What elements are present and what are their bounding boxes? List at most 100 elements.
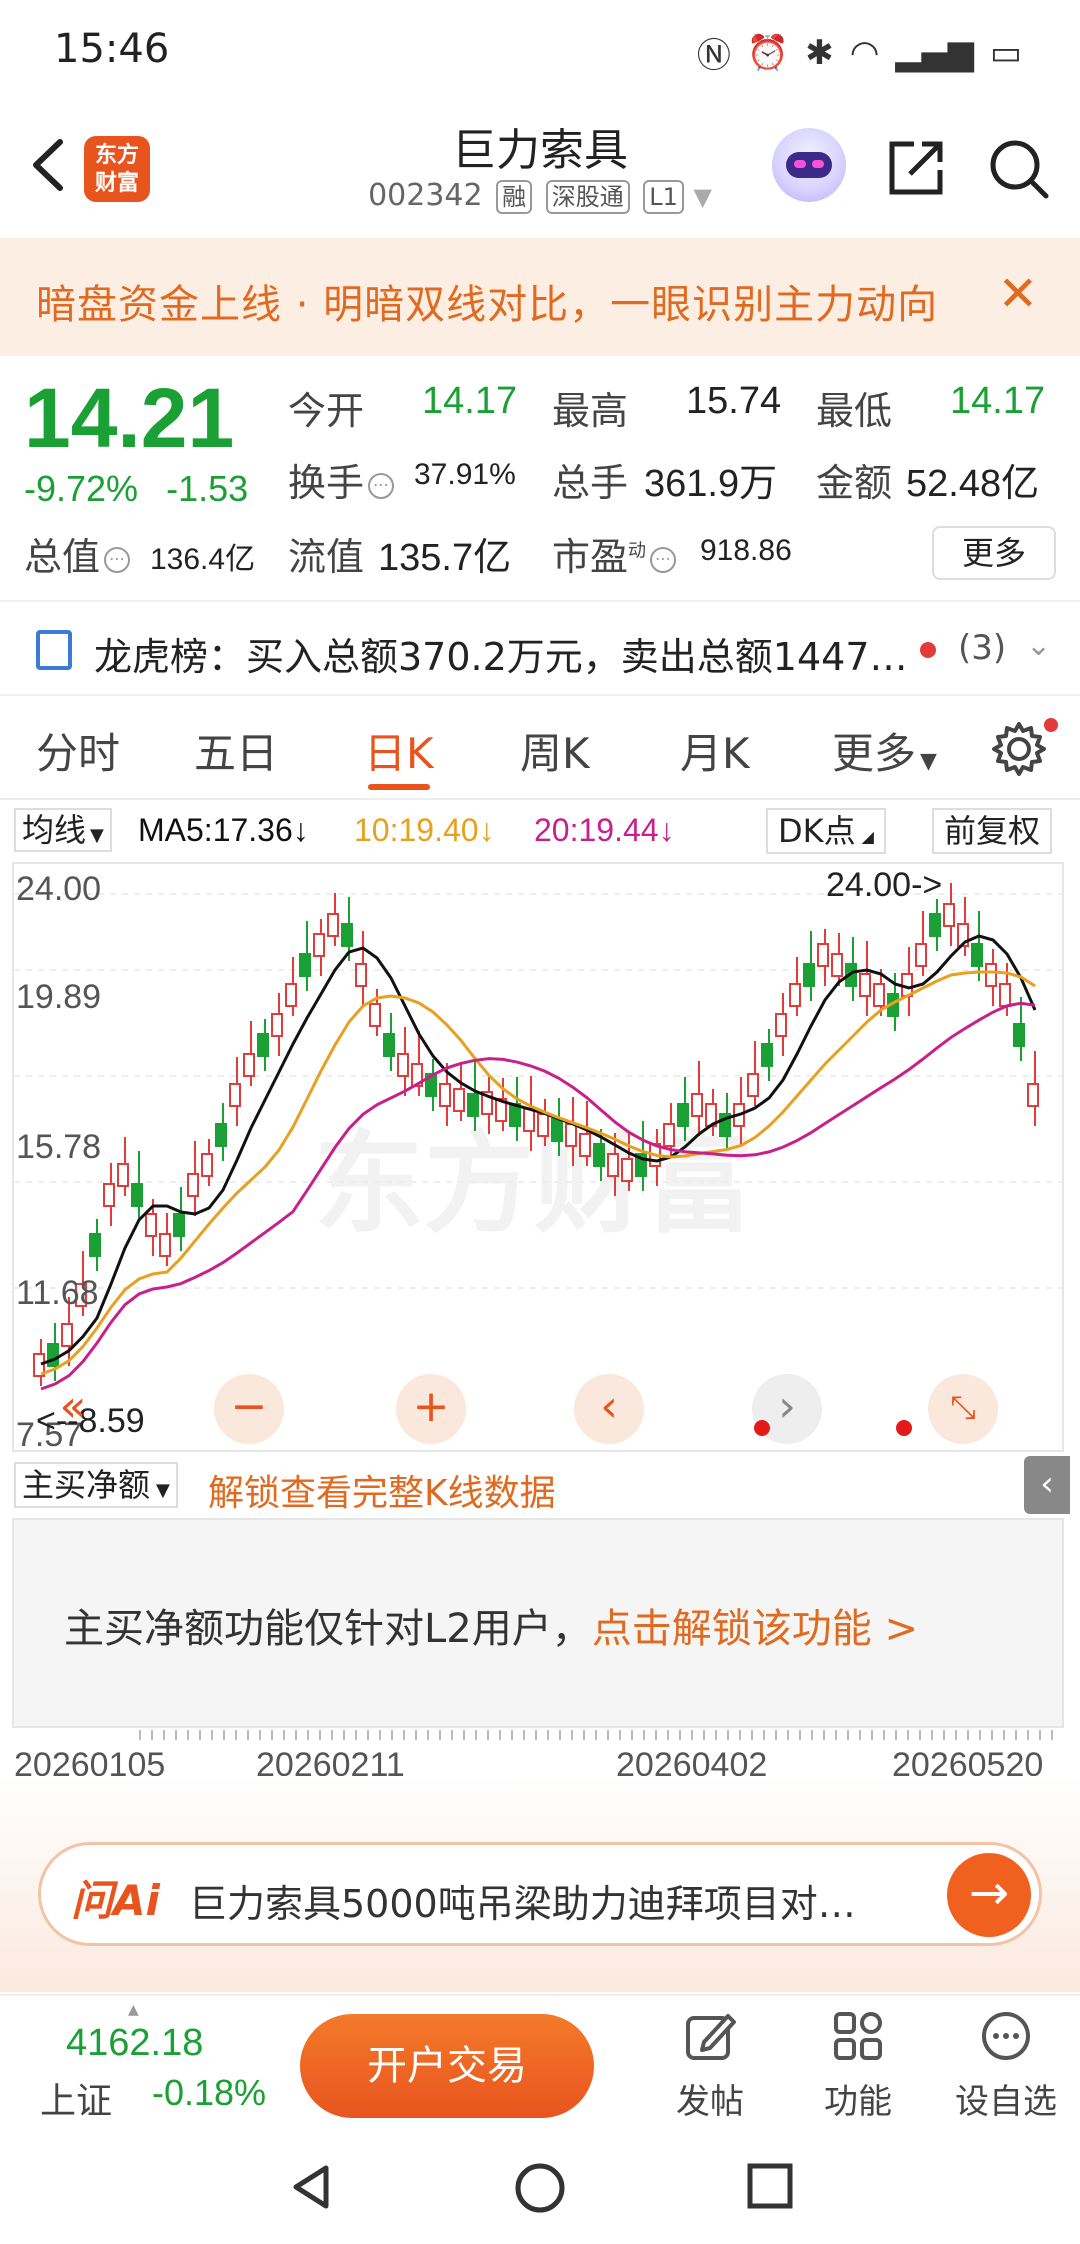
caret-down-icon: ▼ (693, 183, 712, 211)
candle-body (523, 1108, 535, 1132)
adjust-select[interactable]: 前复权 (932, 808, 1053, 854)
high-value: 15.74 (686, 380, 782, 422)
volume-value: 361.9万 (644, 463, 778, 505)
candle-body (131, 1183, 143, 1207)
nav-back-icon[interactable] (286, 2162, 336, 2212)
zoom-out-icon[interactable]: − (214, 1374, 284, 1444)
tab-weekly-k[interactable]: 周K (520, 720, 590, 781)
candle-body (817, 943, 829, 967)
unlock-feature-link[interactable]: 点击解锁该功能 > (592, 1606, 918, 1652)
event-dot (896, 1420, 912, 1436)
tab-monthly-k[interactable]: 月K (680, 720, 750, 781)
close-icon[interactable]: ✕ (998, 270, 1038, 318)
volume-label: 总手 (552, 461, 629, 505)
candle-body (243, 1053, 255, 1077)
edit-icon (686, 2014, 736, 2060)
margin-tag: 融 (496, 180, 533, 214)
ma-line (40, 934, 1037, 1366)
candle-body (1027, 1083, 1039, 1107)
amount-label: 金额 (816, 461, 893, 505)
ma-select[interactable]: 均线 ▼ (14, 808, 112, 852)
status-time: 15:46 (54, 26, 170, 72)
scroll-start-icon[interactable]: « (38, 1374, 108, 1444)
ai-robot-icon[interactable] (772, 128, 846, 202)
open-value: 14.17 (422, 380, 518, 422)
candle-body (285, 983, 297, 1007)
candle-body (61, 1323, 73, 1347)
candle-body (971, 943, 983, 967)
candle-body (397, 1053, 409, 1077)
add-watchlist-button[interactable]: 设自选 (946, 2008, 1066, 2123)
bluetooth-icon: ✱ (805, 32, 834, 73)
amount-value: 52.48亿 (906, 463, 1040, 505)
candle-body (621, 1158, 633, 1182)
active-tab-indicator (368, 784, 430, 790)
zoom-in-icon[interactable]: + (396, 1374, 466, 1444)
candle-body (103, 1183, 115, 1207)
settings-badge-dot (1044, 718, 1058, 732)
index-value[interactable]: 4162.18 (66, 2022, 203, 2065)
function-button[interactable]: 功能 (798, 2008, 918, 2123)
open-label: 今开 (288, 389, 365, 433)
promo-banner[interactable]: 暗盘资金上线 · 明暗双线对比，一眼识别主力动向 ✕ (0, 238, 1080, 356)
y-tick-label: 15.78 (16, 1128, 102, 1166)
open-account-button[interactable]: 开户交易 (300, 2014, 594, 2118)
index-change[interactable]: -0.18% (152, 2072, 266, 2114)
turnover-label: 换手 ⋯ (288, 452, 398, 507)
status-bar: 15:46 Ⓝ ⏰ ✱ ◠ ▂▄▆ ▭ (0, 0, 1080, 100)
share-icon[interactable] (884, 136, 948, 200)
y-tick-label: 11.68 (16, 1274, 99, 1312)
kline-svg (14, 883, 1062, 1391)
document-icon (36, 630, 72, 670)
nav-home-icon[interactable] (514, 2162, 566, 2214)
candle-body (831, 953, 843, 977)
stock-code: 002342 (368, 178, 483, 213)
expand-icon[interactable]: ⤡ (928, 1374, 998, 1444)
candle-body (439, 1083, 451, 1107)
unlock-link[interactable]: 解锁查看完整K线数据 (208, 1464, 556, 1516)
dk-point-select[interactable]: DK点 ◢ (766, 808, 886, 854)
sub-indicator-select[interactable]: 主买净额 ▼ (14, 1462, 178, 1508)
ai-area: 问Ai 巨力索具5000吨吊梁助力迪拜项目对… → (0, 1776, 1080, 1992)
change-abs: -1.53 (166, 468, 249, 509)
gear-icon[interactable] (990, 720, 1048, 778)
info-icon: ⋯ (368, 472, 395, 499)
candle-body (453, 1088, 465, 1112)
mktcap-label: 总值 ⋯ (24, 526, 134, 581)
tab-intraday[interactable]: 分时 (36, 720, 120, 781)
tab-more[interactable]: 更多 ▼ (832, 720, 937, 781)
dragon-tiger-row[interactable]: 龙虎榜：买入总额370.2万元，卖出总额1447… (3) ⌄ (0, 600, 1080, 696)
arrow-right-icon[interactable]: → (947, 1853, 1031, 1937)
candle-body (1013, 1023, 1025, 1047)
ma-indicator-row: 均线 ▼ MA5:17.36↓ 10:19.40↓ 20:19.44↓ DK点 ◢ … (0, 800, 1080, 860)
float-label: 流值 (288, 535, 365, 579)
search-icon[interactable] (986, 136, 1052, 202)
candle-body (215, 1123, 227, 1147)
candle-body (313, 933, 325, 957)
candle-body (761, 1043, 773, 1067)
tab-daily-k[interactable]: 日K (364, 720, 434, 781)
collapse-icon[interactable]: ‹ (1024, 1456, 1070, 1514)
post-button[interactable]: 发帖 (650, 2008, 770, 2123)
nav-recents-icon[interactable] (746, 2162, 794, 2210)
candle-body (607, 1153, 619, 1177)
candle-body (341, 923, 353, 947)
index-name[interactable]: 上证 (40, 2072, 112, 2124)
connect-tag: 深股通 (545, 180, 630, 214)
low-label: 最低 (816, 389, 893, 433)
chart-tabs: 分时 五日 日K 周K 月K 更多 ▼ (0, 700, 1080, 800)
ai-question-bar[interactable]: 问Ai 巨力索具5000吨吊梁助力迪拜项目对… → (38, 1842, 1042, 1946)
bottom-bar: ▲ 4162.18 上证 -0.18% 开户交易 发帖 功能 设自选 (0, 1994, 1080, 2124)
current-price: 14.21 (24, 371, 235, 465)
pe-value: 918.86 (700, 534, 792, 567)
kline-chart[interactable]: 东方财富 24.00 19.89 15.78 11.68 7.57 24.00-… (12, 862, 1064, 1454)
event-dot (754, 1420, 770, 1436)
chevron-left-icon[interactable]: ‹ (574, 1374, 644, 1444)
locked-message: 主买净额功能仅针对L2用户，点击解锁该功能 > (64, 1606, 918, 1652)
tab-five-day[interactable]: 五日 (194, 720, 278, 781)
candle-body (187, 1173, 199, 1197)
candle-body (929, 913, 941, 937)
candle-body (467, 1093, 479, 1117)
more-button[interactable]: 更多 (932, 526, 1056, 580)
candle-body (999, 983, 1011, 1007)
